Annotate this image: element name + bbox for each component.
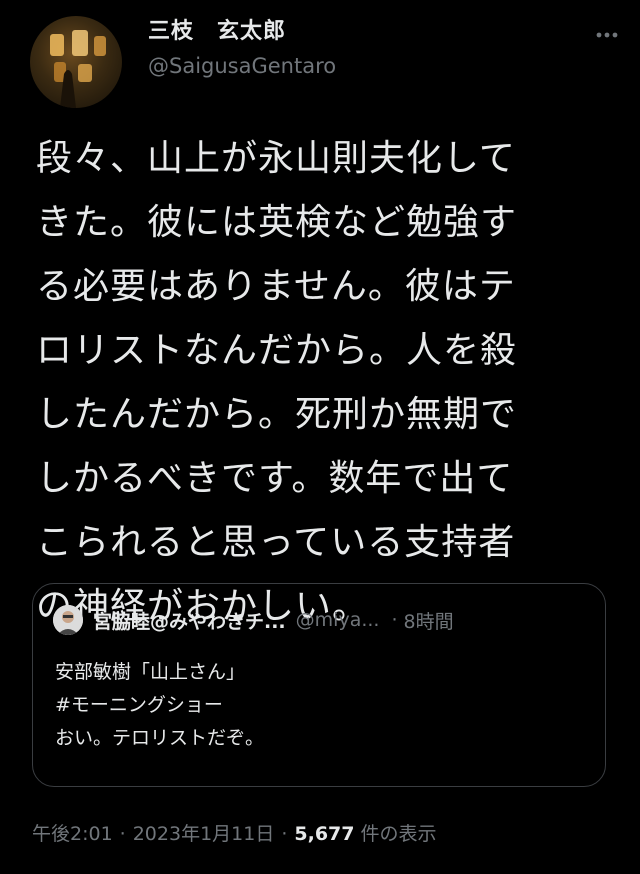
more-horizontal-icon [596,32,618,38]
tweet-meta: 午後2:01 · 2023年1月11日 · 5,677 件の表示 [32,820,437,848]
meta-separator: · [281,823,288,845]
tweet-date[interactable]: 2023年1月11日 [133,823,275,845]
author-handle[interactable]: @SaigusaGentaro [148,52,336,80]
author-avatar[interactable] [30,16,122,108]
meta-separator: · [119,823,126,845]
quoted-author-avatar [53,605,83,635]
more-options-button[interactable] [592,20,622,50]
quoted-author-name: 宮脇睦@みやわきチ... [93,610,286,633]
tweet-time[interactable]: 午後2:01 [32,823,113,845]
quoted-separator: · [391,609,398,631]
views-label: 件の表示 [360,823,437,845]
quoted-timestamp: 8時間 [403,610,454,633]
quoted-author-handle: @miya... [295,609,380,631]
quoted-tweet[interactable]: 宮脇睦@みやわきチ... @miya... · 8時間 安部敏樹「山上さん」 #… [32,583,606,787]
author-names: 三枝 玄太郎 @SaigusaGentaro [148,18,336,80]
author-display-name[interactable]: 三枝 玄太郎 [148,18,336,46]
quoted-tweet-header: 宮脇睦@みやわきチ... @miya... · 8時間 [53,604,585,636]
tweet-header: 三枝 玄太郎 @SaigusaGentaro [30,12,622,108]
quoted-tweet-text: 安部敏樹「山上さん」 #モーニングショー おい。テロリストだぞ。 [55,661,265,749]
views-count: 5,677 [294,823,355,845]
tweet-text: 段々、山上が永山則夫化して きた。彼には英検など勉強す る必要はありません。彼は… [36,138,518,627]
